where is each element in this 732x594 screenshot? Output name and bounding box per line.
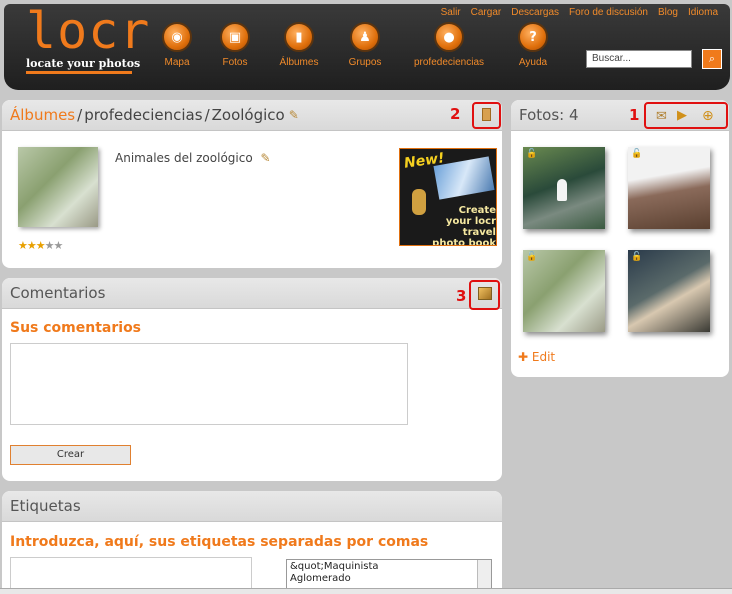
comment-textarea[interactable]: [10, 343, 408, 425]
lock-icon: 🔓: [526, 149, 538, 159]
photo-thumbnail[interactable]: 🔓: [628, 250, 710, 332]
search-icon: ⌕: [708, 52, 716, 65]
marker-number: 3: [456, 287, 467, 305]
groups-icon: ♟: [350, 22, 380, 52]
plus-icon: ✚: [518, 350, 529, 364]
tags-header: Etiquetas: [2, 491, 502, 522]
create-comment-button[interactable]: Crear: [10, 445, 131, 465]
map-icon: ◉: [162, 22, 192, 52]
edit-title-pencil-icon[interactable]: ✎: [289, 108, 299, 122]
add-comment-icon[interactable]: [478, 287, 492, 300]
nav-user[interactable]: ● profedeciencias: [404, 22, 494, 68]
marker-number: 1: [629, 106, 640, 124]
breadcrumb-user[interactable]: profedeciencias: [84, 106, 202, 124]
nav-help[interactable]: ? Ayuda: [488, 22, 578, 68]
tagline: locate your photos: [26, 57, 141, 70]
tag-option[interactable]: &quot;Maquinista: [290, 561, 488, 573]
photo-thumbnail[interactable]: 🔓: [523, 250, 605, 332]
album-icon: ▮: [284, 22, 314, 52]
email-icon[interactable]: ✉: [656, 109, 667, 124]
lock-icon: 🔓: [526, 252, 538, 262]
language-link[interactable]: Idioma: [688, 7, 718, 18]
globe-icon[interactable]: ⊕: [702, 108, 714, 124]
photos-count: Fotos: 4: [519, 106, 579, 124]
user-icon: ●: [434, 22, 464, 52]
help-icon: ?: [518, 22, 548, 52]
tags-panel: Etiquetas Introduzca, aquí, sus etiqueta…: [2, 491, 502, 594]
upload-link[interactable]: Cargar: [471, 7, 502, 18]
breadcrumb-album: Zoológico: [211, 106, 285, 124]
promo-text: Create your locr travel photo book: [432, 205, 496, 246]
tag-option[interactable]: Aglomerado: [290, 573, 488, 585]
photo-thumbnail[interactable]: 🔓: [628, 147, 710, 229]
marker-number: 2: [450, 105, 461, 123]
album-description: Animales del zoológico ✎: [115, 151, 271, 165]
album-panel: Álbumes / profedeciencias / Zoológico ✎ …: [2, 100, 502, 268]
edit-photos-link[interactable]: ✚ Edit: [518, 350, 555, 364]
search-button[interactable]: ⌕: [702, 49, 722, 69]
album-breadcrumb: Álbumes / profedeciencias / Zoológico ✎: [2, 100, 502, 131]
nav-groups[interactable]: ♟ Grupos: [320, 22, 410, 68]
downloads-link[interactable]: Descargas: [511, 7, 559, 18]
photos-panel: Fotos: 4 1 ✉ ▶ ⊕ 🔓 🔓 🔓 🔓 ✚ Edit: [511, 100, 729, 377]
blog-link[interactable]: Blog: [658, 7, 678, 18]
comments-header: Comentarios: [2, 278, 502, 309]
breadcrumb-albums-link[interactable]: Álbumes: [10, 106, 75, 124]
logout-link[interactable]: Salir: [441, 7, 461, 18]
album-cover-image[interactable]: [18, 147, 98, 227]
edit-description-pencil-icon[interactable]: ✎: [261, 151, 271, 165]
search-input[interactable]: Buscar...: [586, 50, 692, 68]
tagline-bar: [26, 71, 132, 74]
delete-album-icon[interactable]: [482, 108, 491, 121]
slideshow-icon[interactable]: ▶: [677, 108, 687, 123]
header: locr locate your photos Salir Cargar Des…: [4, 2, 730, 90]
top-links: Salir Cargar Descargas Foro de discusión…: [441, 7, 718, 18]
comments-panel: Comentarios 3 Sus comentarios Crear: [2, 278, 502, 481]
mascot-icon: [412, 189, 426, 215]
rating-stars[interactable]: ★★★★★: [18, 239, 63, 252]
lock-icon: 🔓: [631, 252, 643, 262]
window-bottom-bar: [0, 588, 732, 594]
tags-instructions: Introduzca, aquí, sus etiquetas separada…: [10, 534, 429, 550]
forum-link[interactable]: Foro de discusión: [569, 7, 648, 18]
photo-thumbnail[interactable]: 🔓: [523, 147, 605, 229]
photobook-promo[interactable]: New! Create your locr travel photo book: [399, 148, 497, 246]
flamingo-shape: [557, 179, 567, 201]
camera-icon: ▣: [220, 22, 250, 52]
lock-icon: 🔓: [631, 149, 643, 159]
your-comments-heading: Sus comentarios: [10, 320, 142, 336]
